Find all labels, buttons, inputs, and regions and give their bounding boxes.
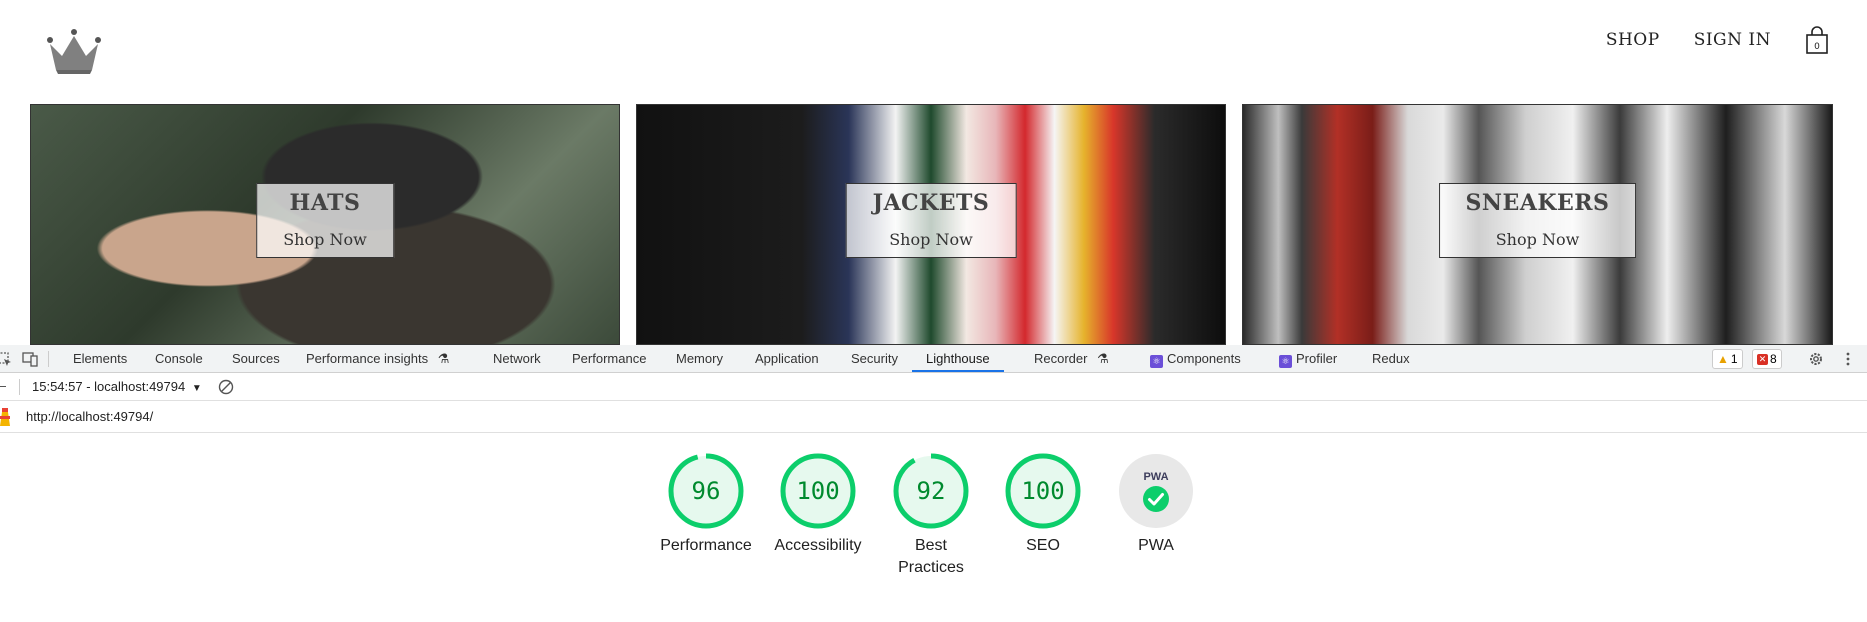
report-url[interactable]: http://localhost:49794/ <box>26 401 153 432</box>
tab-recorder[interactable]: Recorder ⚗ <box>1034 345 1109 372</box>
tab-performance-insights-label: Performance insights <box>306 351 429 366</box>
tile-shop-now[interactable]: Shop Now <box>283 230 367 249</box>
report-url-bar: http://localhost:49794/ <box>0 401 1867 433</box>
tab-sources[interactable]: Sources <box>232 345 280 372</box>
score-ring: 92 <box>893 453 969 529</box>
tab-profiler-label: Profiler <box>1296 351 1338 366</box>
gauge-label: Performance <box>660 537 752 554</box>
gauge-label: Best Practices <box>898 537 964 576</box>
tile-label-box[interactable]: HATS Shop Now <box>256 183 394 258</box>
tab-security[interactable]: Security <box>851 345 898 372</box>
warning-icon: ▲ <box>1717 352 1729 366</box>
clear-icon[interactable] <box>218 379 234 395</box>
tile-shop-now[interactable]: Shop Now <box>873 230 990 249</box>
tab-elements[interactable]: Elements <box>73 345 127 372</box>
toolbar-divider <box>48 351 49 367</box>
svg-text:0: 0 <box>1814 42 1820 52</box>
score-value: 96 <box>692 477 721 505</box>
gauge-accessibility[interactable]: 100 Accessibility <box>763 453 873 557</box>
devtools-tab-bar: Elements Console Sources Performance ins… <box>0 345 1867 373</box>
gauge-label: PWA <box>1138 537 1174 554</box>
flask-icon: ⚗ <box>1097 351 1109 366</box>
tab-redux[interactable]: Redux <box>1372 345 1410 372</box>
tile-label-box[interactable]: JACKETS Shop Now <box>845 183 1017 258</box>
gauge-label: Accessibility <box>774 537 862 554</box>
category-tile-sneakers[interactable]: SNEAKERS Shop Now <box>1242 104 1833 345</box>
pwa-badge-icon: PWA <box>1119 454 1193 528</box>
settings-gear-icon[interactable] <box>1808 351 1824 367</box>
error-icon: ✕ <box>1757 353 1768 365</box>
inspect-element-icon[interactable] <box>0 351 12 367</box>
gauge-pwa[interactable]: PWA PWA <box>1101 453 1211 557</box>
pwa-badge-text: PWA <box>1143 471 1168 483</box>
react-icon: ⚛ <box>1150 355 1163 368</box>
score-value: 100 <box>796 477 839 505</box>
report-selector[interactable]: 15:54:57 - localhost:49794 ▼ <box>32 373 202 402</box>
gauge-best-practices[interactable]: 92 Best Practices <box>876 453 986 579</box>
nav-sign-in-link[interactable]: SIGN IN <box>1694 30 1771 50</box>
gauge-seo[interactable]: 100 SEO <box>988 453 1098 557</box>
tab-console[interactable]: Console <box>155 345 203 372</box>
tile-title: JACKETS <box>872 190 990 216</box>
tab-network[interactable]: Network <box>493 345 541 372</box>
tile-title: HATS <box>289 190 361 216</box>
add-report-icon[interactable] <box>0 386 6 387</box>
warnings-badge[interactable]: ▲ 1 <box>1712 349 1743 369</box>
nav-shop-link[interactable]: SHOP <box>1606 30 1660 50</box>
score-ring: 100 <box>1005 453 1081 529</box>
errors-count: 8 <box>1770 352 1777 366</box>
category-directory: HATS Shop Now JACKETS Shop Now SNEAKERS … <box>30 104 1833 345</box>
tab-recorder-label: Recorder <box>1034 351 1088 366</box>
more-options-icon[interactable] <box>1840 351 1856 367</box>
tab-profiler[interactable]: ⚛ Profiler <box>1279 345 1337 372</box>
crown-logo-icon[interactable] <box>46 28 102 76</box>
category-tile-jackets[interactable]: JACKETS Shop Now <box>636 104 1226 345</box>
tab-performance[interactable]: Performance <box>572 345 646 372</box>
errors-badge[interactable]: ✕ 8 <box>1752 349 1782 369</box>
warnings-count: 1 <box>1730 352 1738 366</box>
category-tile-hats[interactable]: HATS Shop Now <box>30 104 620 345</box>
main-nav: SHOP SIGN IN 0 <box>1606 26 1829 54</box>
tab-memory[interactable]: Memory <box>676 345 723 372</box>
tile-label-box[interactable]: SNEAKERS Shop Now <box>1438 183 1637 258</box>
tab-lighthouse[interactable]: Lighthouse <box>912 345 1004 372</box>
gauge-label: SEO <box>1026 537 1060 554</box>
score-ring: 100 <box>780 453 856 529</box>
tile-shop-now[interactable]: Shop Now <box>1466 230 1610 249</box>
device-toolbar-icon[interactable] <box>22 351 38 367</box>
report-selector-value: 15:54:57 - localhost:49794 <box>32 379 186 394</box>
tile-title: SNEAKERS <box>1465 190 1610 216</box>
site-header: SHOP SIGN IN 0 <box>0 0 1867 100</box>
lighthouse-logo-icon <box>0 408 10 426</box>
shopping-bag-icon[interactable]: 0 <box>1805 26 1829 54</box>
lighthouse-toolbar: 15:54:57 - localhost:49794 ▼ <box>0 373 1867 401</box>
react-icon: ⚛ <box>1279 355 1292 368</box>
lighthouse-scores: 96 Performance 100 Accessibility 92 Best… <box>0 433 1867 622</box>
score-value: 100 <box>1021 477 1064 505</box>
flask-icon: ⚗ <box>437 351 450 366</box>
tab-components[interactable]: ⚛ Components <box>1150 345 1241 372</box>
devtools-panel: Elements Console Sources Performance ins… <box>0 345 1867 622</box>
toolbar-divider <box>19 379 20 395</box>
score-ring: 96 <box>668 453 744 529</box>
tab-performance-insights[interactable]: Performance insights ⚗ <box>306 345 449 372</box>
chevron-down-icon: ▼ <box>191 383 202 394</box>
score-value: 92 <box>917 477 946 505</box>
tab-components-label: Components <box>1167 351 1241 366</box>
tab-application[interactable]: Application <box>755 345 819 372</box>
gauge-performance[interactable]: 96 Performance <box>651 453 761 557</box>
